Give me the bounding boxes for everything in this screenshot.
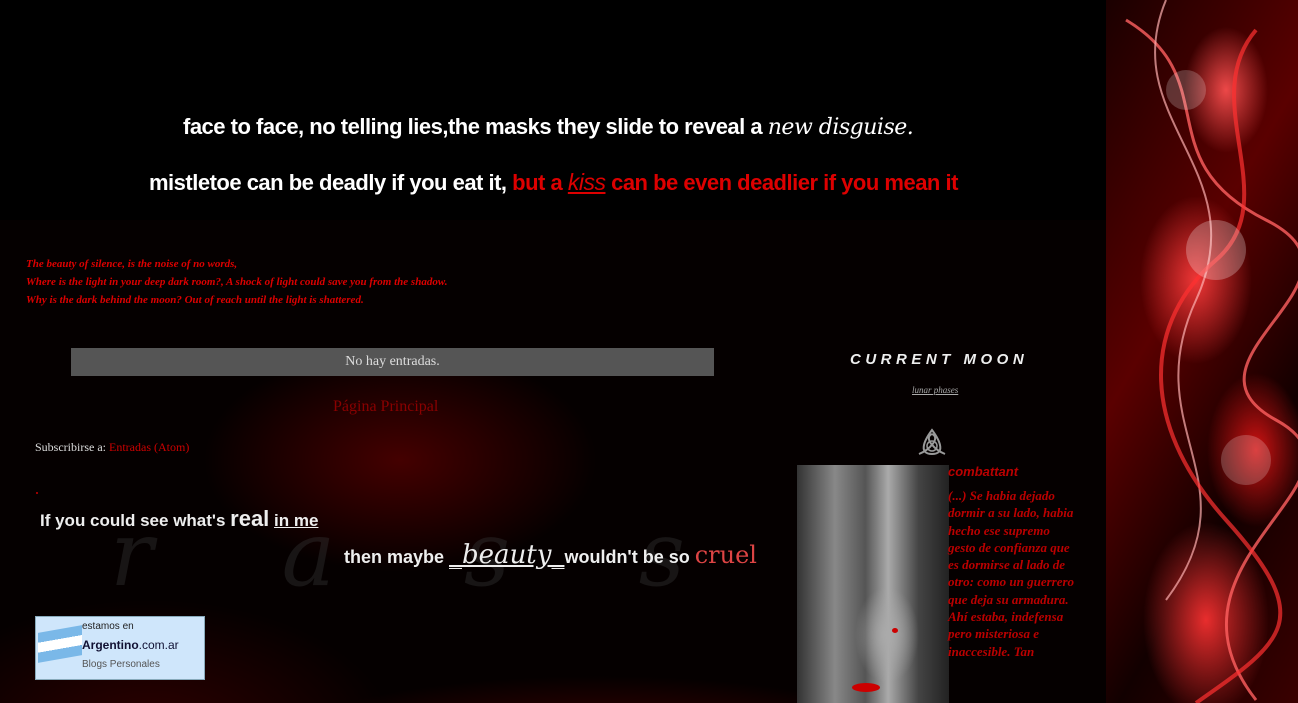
- badge-domain: .com.ar: [138, 638, 179, 652]
- argentina-flag-icon: [38, 625, 82, 663]
- badge-brand-name: Argentino: [82, 638, 139, 652]
- header-line-2: mistletoe can be deadly if you eat it, b…: [149, 169, 958, 196]
- current-moon-title: CURRENT MOON: [850, 351, 1029, 368]
- header-line-2-white: mistletoe can be deadly if you eat it,: [149, 170, 513, 195]
- right-side-art: [1106, 0, 1298, 703]
- header-kiss-word: kiss: [567, 169, 606, 195]
- poem-description: The beauty of silence, is the noise of n…: [26, 255, 448, 309]
- argentino-badge[interactable]: estamos en Argentino.com.ar Blogs Person…: [35, 616, 205, 680]
- subscribe-label: Subscribirse a:: [35, 440, 109, 454]
- poem-line: Why is the dark behind the moon? Out of …: [26, 294, 364, 306]
- quote-line-1: If you could see what's real in me: [40, 506, 318, 532]
- home-page-link[interactable]: Página Principal: [333, 398, 438, 416]
- header-line-2-red-a: but a: [512, 170, 568, 195]
- quote-line-2: then maybe _beauty_wouldn't be so cruel: [344, 540, 757, 570]
- decorative-dot: [36, 492, 38, 494]
- sidebar: CURRENT MOON lunar phases combattant (..…: [790, 340, 1090, 703]
- portrait-lips: [852, 683, 880, 692]
- header-line-2-red-b: can be even deadlier if you mean it: [605, 170, 958, 195]
- lunar-phases-link[interactable]: lunar phases: [912, 385, 958, 395]
- gothic-portrait-image: [797, 465, 949, 703]
- post-excerpt: (...) Se habia dejado dormir a su lado, …: [948, 488, 1075, 659]
- poem-line: Where is the light in your deep dark roo…: [26, 276, 448, 288]
- quote-text: If you could see what's: [40, 511, 231, 530]
- no-posts-message: No hay entradas.: [71, 348, 714, 376]
- quote-cruel: cruel: [694, 541, 757, 569]
- atom-feed-link[interactable]: Entradas (Atom): [109, 440, 189, 454]
- poem-line: The beauty of silence, is the noise of n…: [26, 258, 238, 270]
- quote-beauty: _beauty_: [449, 540, 565, 570]
- post-title[interactable]: combattant: [948, 464, 1018, 479]
- blog-header: face to face, no telling lies,the masks …: [0, 0, 1106, 220]
- header-line-1: face to face, no telling lies,the masks …: [183, 114, 914, 140]
- triquetra-icon: [918, 428, 946, 456]
- quote-in-me: in me: [274, 511, 319, 530]
- quote-real: real: [230, 506, 270, 531]
- header-line-1-text: face to face, no telling lies,the masks …: [183, 114, 768, 139]
- quote-text: then maybe: [344, 547, 450, 567]
- header-line-1-script: new disguise.: [767, 115, 914, 140]
- quote-image: If you could see what's real in me then …: [30, 500, 760, 590]
- quote-text: wouldn't be so: [564, 547, 695, 567]
- portrait-eye: [892, 628, 898, 633]
- subscribe-row: Subscribirse a: Entradas (Atom): [35, 440, 189, 455]
- badge-line-3: Blogs Personales: [82, 659, 160, 670]
- badge-brand: Argentino.com.ar: [82, 638, 179, 652]
- badge-line-1: estamos en: [82, 621, 134, 632]
